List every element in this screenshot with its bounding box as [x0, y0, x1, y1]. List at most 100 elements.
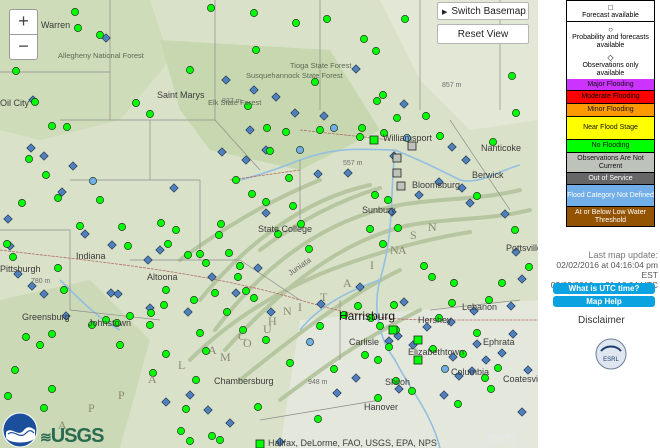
forecast-gauge[interactable] [305, 245, 313, 253]
forecast-point-gauge[interactable] [392, 153, 402, 163]
forecast-gauge[interactable] [487, 385, 495, 393]
forecast-gauge[interactable] [323, 15, 331, 23]
forecast-gauge[interactable] [376, 322, 384, 330]
forecast-gauge[interactable] [40, 404, 48, 412]
forecast-gauge[interactable] [74, 24, 82, 32]
zoom-in-button[interactable]: + [9, 9, 38, 35]
forecast-gauge[interactable] [316, 322, 324, 330]
forecast-gauge[interactable] [234, 273, 242, 281]
forecast-gauge[interactable] [162, 350, 170, 358]
forecast-gauge[interactable] [384, 196, 392, 204]
forecast-gauge[interactable] [190, 296, 198, 304]
forecast-gauge[interactable] [18, 199, 26, 207]
forecast-gauge[interactable] [9, 253, 17, 261]
forecast-gauge[interactable] [361, 351, 369, 359]
forecast-gauge[interactable] [223, 308, 231, 316]
switch-basemap-button[interactable]: ▶ Switch Basemap [437, 2, 529, 20]
forecast-gauge[interactable] [124, 242, 132, 250]
forecast-point-gauge[interactable] [255, 439, 265, 448]
forecast-gauge[interactable] [157, 219, 165, 227]
forecast-gauge[interactable] [401, 15, 409, 23]
forecast-gauge[interactable] [63, 123, 71, 131]
forecast-point-gauge[interactable] [407, 141, 417, 151]
forecast-gauge[interactable] [186, 437, 194, 445]
forecast-gauge[interactable] [286, 359, 294, 367]
forecast-gauge[interactable] [60, 286, 68, 294]
forecast-gauge[interactable] [192, 376, 200, 384]
forecast-gauge[interactable] [512, 109, 520, 117]
forecast-gauge[interactable] [147, 309, 155, 317]
forecast-gauge[interactable] [48, 122, 56, 130]
forecast-gauge[interactable] [25, 155, 33, 163]
forecast-point-gauge[interactable] [388, 325, 398, 335]
forecast-gauge[interactable] [172, 226, 180, 234]
forecast-gauge[interactable] [132, 99, 140, 107]
forecast-gauge[interactable] [250, 9, 258, 17]
forecast-gauge[interactable] [420, 262, 428, 270]
forecast-point-gauge[interactable] [369, 135, 379, 145]
forecast-gauge[interactable] [89, 177, 97, 185]
forecast-gauge[interactable] [473, 329, 481, 337]
map-help-button[interactable]: Map Help [553, 296, 655, 307]
forecast-gauge[interactable] [494, 364, 502, 372]
forecast-gauge[interactable] [441, 365, 449, 373]
map-view[interactable]: Warren Allegheny National Forest Saint M… [0, 0, 538, 448]
forecast-gauge[interactable] [54, 264, 62, 272]
forecast-gauge[interactable] [217, 220, 225, 228]
forecast-gauge[interactable] [22, 333, 30, 341]
forecast-gauge[interactable] [196, 250, 204, 258]
forecast-gauge[interactable] [379, 240, 387, 248]
forecast-gauge[interactable] [263, 124, 271, 132]
forecast-gauge[interactable] [96, 31, 104, 39]
forecast-gauge[interactable] [31, 98, 39, 106]
forecast-gauge[interactable] [428, 273, 436, 281]
forecast-gauge[interactable] [242, 287, 250, 295]
forecast-gauge[interactable] [390, 301, 398, 309]
forecast-gauge[interactable] [215, 231, 223, 239]
forecast-gauge[interactable] [96, 196, 104, 204]
reset-view-button[interactable]: Reset View [437, 24, 529, 44]
forecast-gauge[interactable] [36, 341, 44, 349]
forecast-gauge[interactable] [360, 35, 368, 43]
forecast-gauge[interactable] [296, 146, 304, 154]
forecast-gauge[interactable] [262, 198, 270, 206]
forecast-gauge[interactable] [422, 112, 430, 120]
forecast-gauge[interactable] [266, 147, 274, 155]
forecast-gauge[interactable] [314, 415, 322, 423]
forecast-gauge[interactable] [262, 336, 270, 344]
forecast-gauge[interactable] [292, 19, 300, 27]
forecast-gauge[interactable] [116, 341, 124, 349]
forecast-gauge[interactable] [385, 343, 393, 351]
forecast-point-gauge[interactable] [392, 168, 402, 178]
forecast-gauge[interactable] [160, 301, 168, 309]
forecast-gauge[interactable] [436, 132, 444, 140]
forecast-gauge[interactable] [208, 432, 216, 440]
forecast-gauge[interactable] [356, 133, 364, 141]
forecast-gauge[interactable] [408, 387, 416, 395]
forecast-gauge[interactable] [379, 91, 387, 99]
forecast-gauge[interactable] [48, 330, 56, 338]
forecast-gauge[interactable] [330, 124, 338, 132]
forecast-gauge[interactable] [254, 403, 262, 411]
forecast-gauge[interactable] [394, 224, 402, 232]
forecast-gauge[interactable] [207, 4, 215, 12]
forecast-gauge[interactable] [250, 294, 258, 302]
forecast-gauge[interactable] [186, 66, 194, 74]
forecast-gauge[interactable] [508, 72, 516, 80]
zoom-out-button[interactable]: − [9, 34, 38, 60]
forecast-gauge[interactable] [525, 263, 533, 271]
forecast-point-gauge[interactable] [413, 355, 423, 365]
forecast-gauge[interactable] [358, 124, 366, 132]
forecast-gauge[interactable] [366, 225, 374, 233]
forecast-gauge[interactable] [450, 279, 458, 287]
forecast-gauge[interactable] [164, 240, 172, 248]
forecast-point-gauge[interactable] [396, 181, 406, 191]
forecast-gauge[interactable] [374, 356, 382, 364]
forecast-gauge[interactable] [4, 392, 12, 400]
forecast-gauge[interactable] [118, 223, 126, 231]
forecast-gauge[interactable] [196, 329, 204, 337]
forecast-gauge[interactable] [177, 427, 185, 435]
forecast-gauge[interactable] [371, 191, 379, 199]
forecast-gauge[interactable] [373, 97, 381, 105]
forecast-gauge[interactable] [248, 190, 256, 198]
